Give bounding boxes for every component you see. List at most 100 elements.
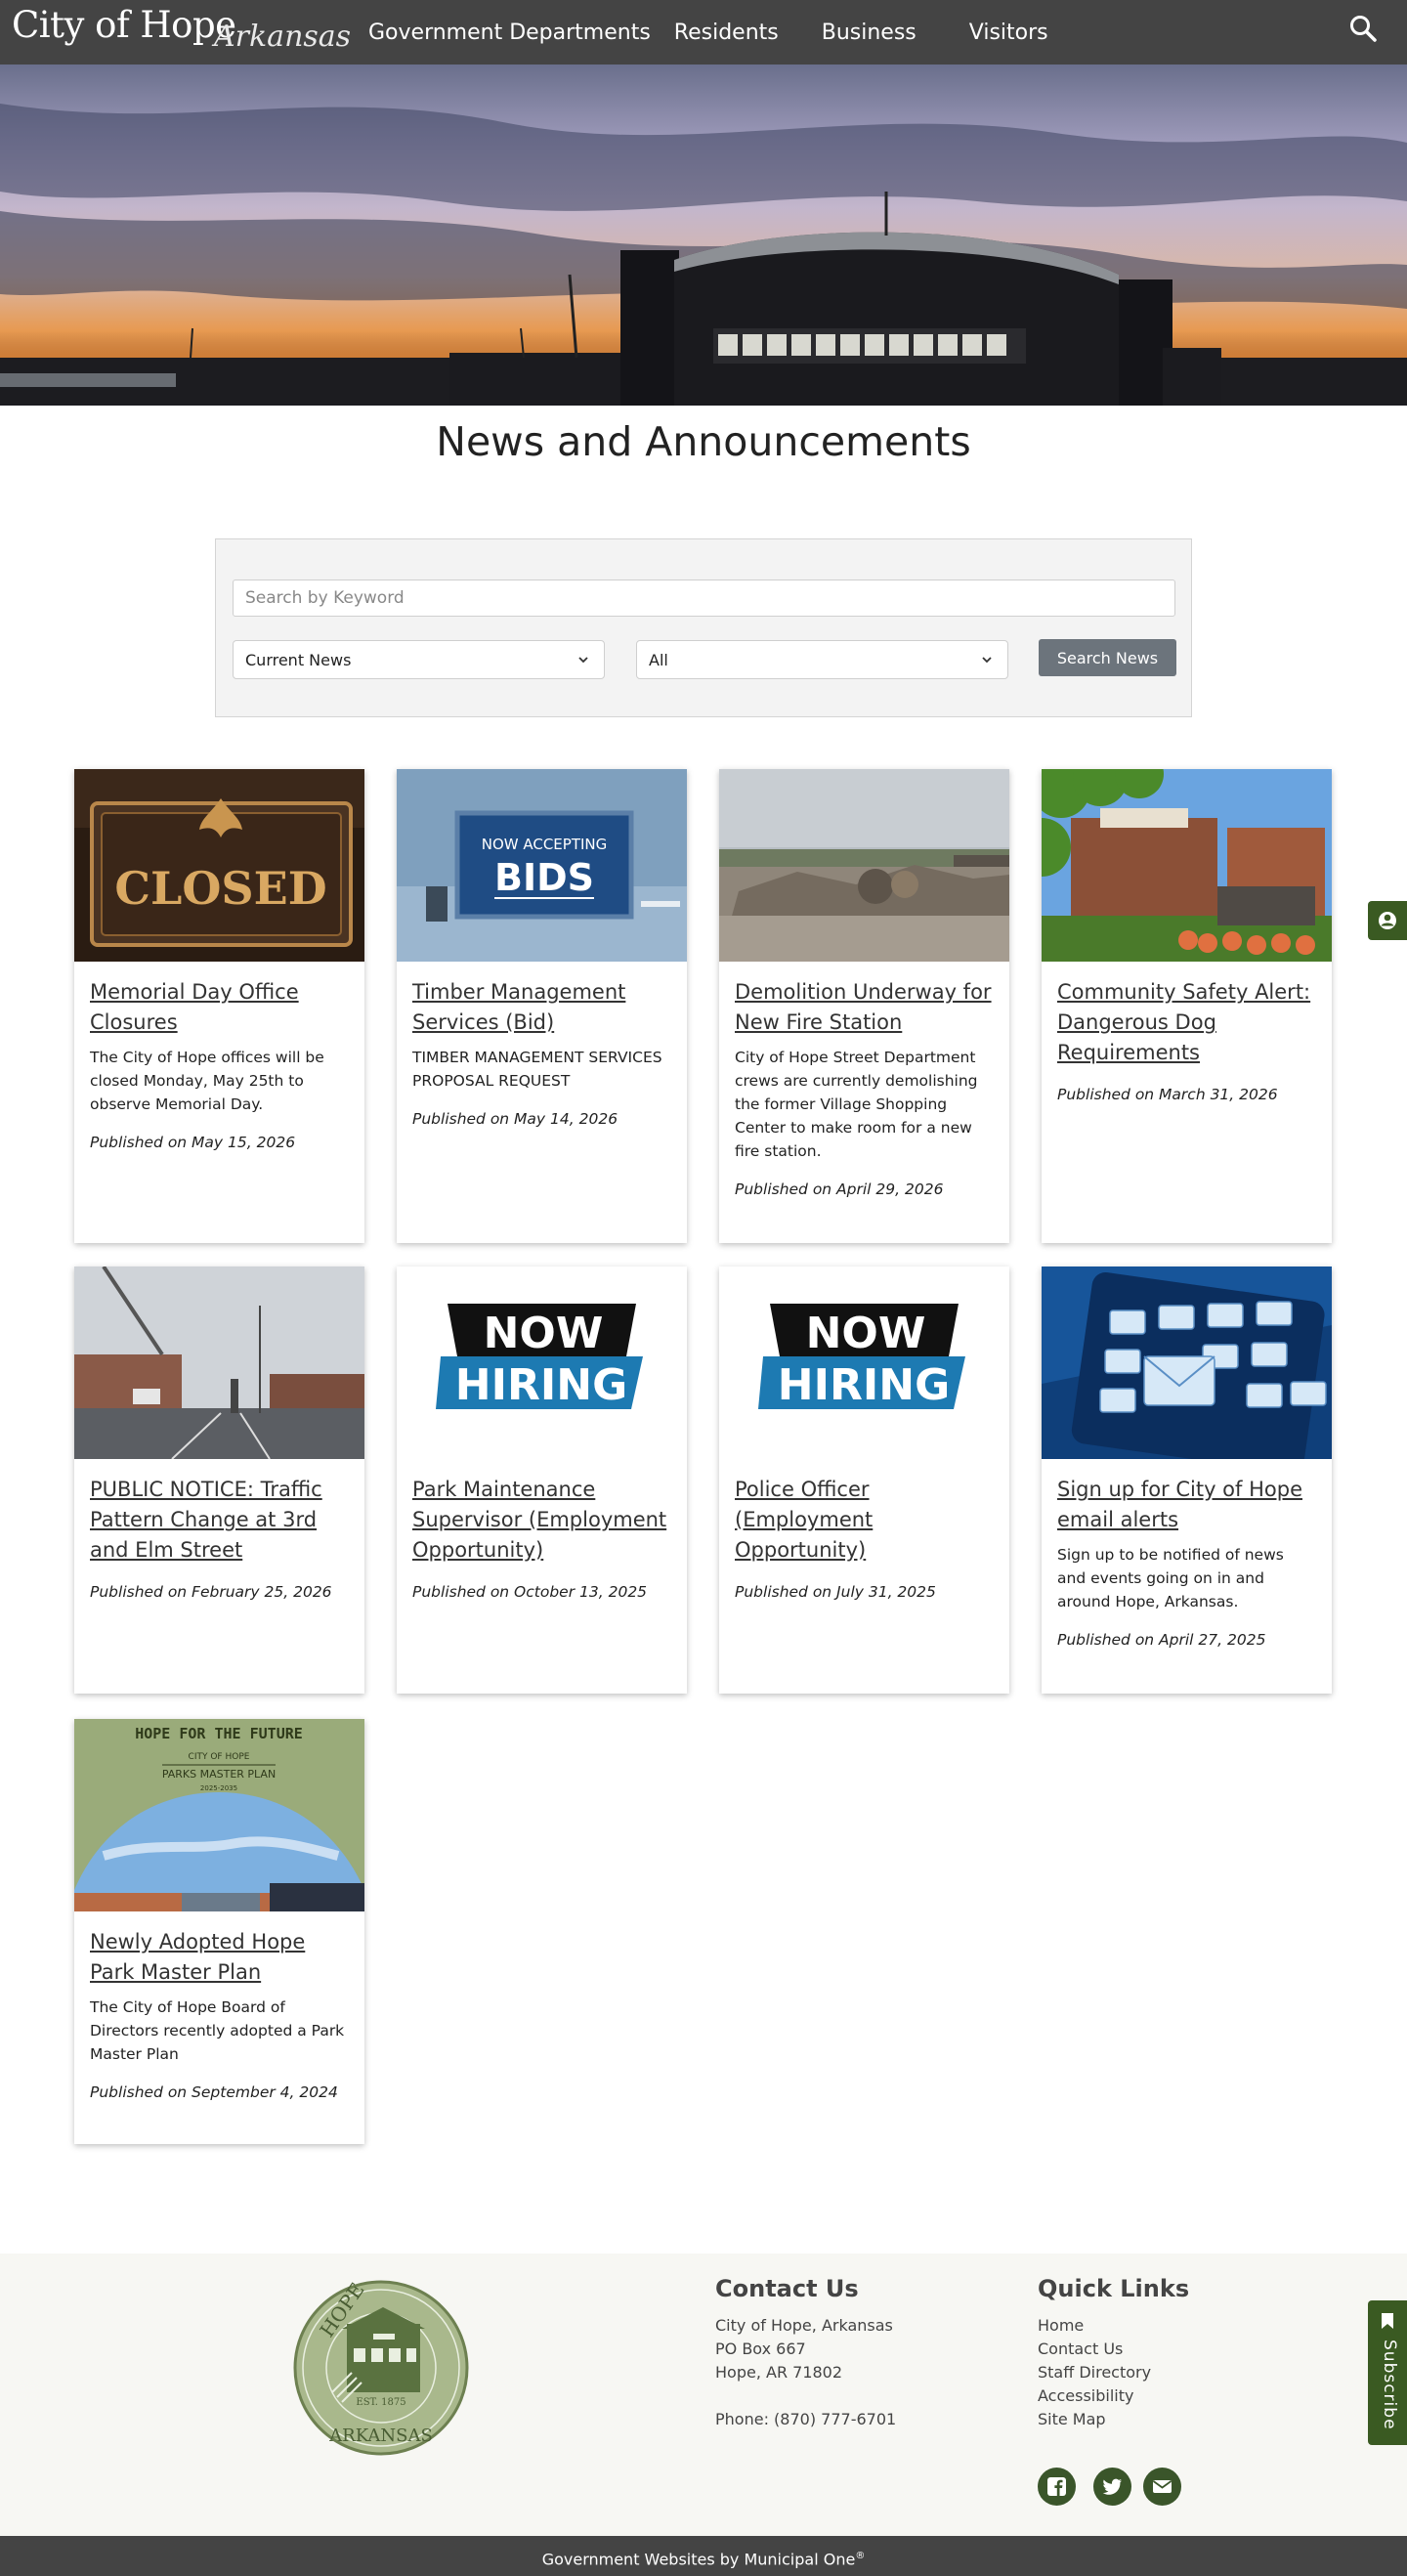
- news-card-published-date: Published on February 25, 2026: [90, 1583, 332, 1601]
- news-card-title-link[interactable]: Timber Management Services (Bid): [412, 977, 671, 1038]
- svg-text:CLOSED: CLOSED: [114, 862, 326, 915]
- news-card-title-link[interactable]: Sign up for City of Hope email alerts: [1057, 1475, 1316, 1535]
- facebook-icon[interactable]: [1038, 2468, 1076, 2506]
- news-card-title-link[interactable]: Newly Adopted Hope Park Master Plan: [90, 1927, 349, 1988]
- news-card-image-bids[interactable]: NOW ACCEPTING BIDS: [397, 769, 687, 962]
- news-card-image-now-hiring[interactable]: NOW HIRING: [397, 1267, 687, 1459]
- news-card-image-intersection[interactable]: [74, 1267, 364, 1459]
- quick-links-heading: Quick Links: [1038, 2275, 1190, 2302]
- news-type-selected-value: Current News: [245, 650, 352, 669]
- keyword-search-input[interactable]: [233, 580, 1175, 617]
- registered-mark: ®: [855, 2551, 866, 2561]
- main-nav: Government Departments Residents Busines…: [357, 0, 1060, 64]
- news-card-image-downtown[interactable]: [1042, 769, 1332, 962]
- news-card: Community Safety Alert: Dangerous Dog Re…: [1042, 769, 1332, 1243]
- svg-text:NOW ACCEPTING: NOW ACCEPTING: [482, 836, 608, 853]
- news-card: Sign up for City of Hope email alerts Si…: [1042, 1267, 1332, 1694]
- news-card: NOW HIRING Police Officer (Employment Op…: [719, 1267, 1009, 1694]
- news-card-image-email-alerts[interactable]: [1042, 1267, 1332, 1459]
- news-card-description: The City of Hope Board of Directors rece…: [90, 1998, 345, 2063]
- news-card: NOW HIRING Park Maintenance Supervisor (…: [397, 1267, 687, 1694]
- svg-text:NOW: NOW: [806, 1309, 926, 1358]
- news-card: NOW ACCEPTING BIDS Timber Management Ser…: [397, 769, 687, 1243]
- news-card-published-date: Published on March 31, 2026: [1057, 1086, 1278, 1103]
- svg-text:EST. 1875: EST. 1875: [356, 2397, 405, 2408]
- news-card-image-now-hiring[interactable]: NOW HIRING: [719, 1267, 1009, 1459]
- account-side-tab[interactable]: [1368, 901, 1407, 940]
- footer-credit-text[interactable]: Government Websites by Municipal One: [542, 2550, 856, 2568]
- quick-link-contact-us[interactable]: Contact Us: [1038, 2338, 1282, 2361]
- news-card-description: City of Hope Street Department crews are…: [735, 1049, 978, 1160]
- news-card-published-date: Published on April 27, 2025: [1057, 1631, 1266, 1649]
- logo-main-text: City of Hope: [12, 4, 236, 46]
- subscribe-side-tab[interactable]: Subscribe: [1368, 2300, 1407, 2445]
- quick-link-staff-directory[interactable]: Staff Directory: [1038, 2361, 1282, 2384]
- category-select[interactable]: All: [636, 640, 1008, 679]
- quick-link-accessibility[interactable]: Accessibility: [1038, 2384, 1282, 2408]
- news-card-published-date: Published on October 13, 2025: [412, 1583, 648, 1601]
- contact-phone[interactable]: Phone: (870) 777-6701: [715, 2408, 1008, 2431]
- news-card-title-link[interactable]: PUBLIC NOTICE: Traffic Pattern Change at…: [90, 1475, 349, 1566]
- svg-text:HIRING: HIRING: [778, 1360, 950, 1410]
- svg-text:CITY OF HOPE: CITY OF HOPE: [189, 1752, 250, 1762]
- news-card-title-link[interactable]: Park Maintenance Supervisor (Employment …: [412, 1475, 671, 1566]
- nav-government-departments[interactable]: Government Departments: [357, 21, 662, 45]
- chevron-down-icon: [578, 657, 588, 664]
- hero-banner-image: [0, 64, 1407, 406]
- search-news-button[interactable]: Search News: [1039, 639, 1176, 676]
- news-card-title-link[interactable]: Memorial Day Office Closures: [90, 977, 349, 1038]
- site-header: City of Hope Arkansas Government Departm…: [0, 0, 1407, 64]
- news-card-published-date: Published on September 4, 2024: [90, 2083, 338, 2101]
- news-card-published-date: Published on May 14, 2026: [412, 1110, 618, 1128]
- news-card-description: The City of Hope offices will be closed …: [90, 1049, 324, 1113]
- quick-link-site-map[interactable]: Site Map: [1038, 2408, 1282, 2431]
- nav-business[interactable]: Business: [810, 21, 928, 45]
- svg-text:2025-2035: 2025-2035: [200, 1784, 237, 1792]
- news-card-description: TIMBER MANAGEMENT SERVICES PROPOSAL REQU…: [412, 1049, 662, 1090]
- contact-line: PO Box 667: [715, 2340, 806, 2358]
- news-type-select[interactable]: Current News: [233, 640, 605, 679]
- news-card-image-closed[interactable]: CLOSED: [74, 769, 364, 962]
- contact-us-section: Contact Us City of Hope, Arkansas PO Box…: [715, 2275, 1008, 2431]
- city-seal-logo: HOPE EST. 1875 ARKANSAS: [293, 2278, 469, 2456]
- email-icon[interactable]: [1143, 2468, 1181, 2506]
- bookmark-icon: [1382, 2313, 1393, 2329]
- user-circle-icon: [1379, 912, 1396, 929]
- svg-text:NOW: NOW: [484, 1309, 604, 1358]
- contact-line: Hope, AR 71802: [715, 2363, 843, 2382]
- nav-residents[interactable]: Residents: [662, 21, 790, 45]
- svg-text:HOPE FOR THE FUTURE: HOPE FOR THE FUTURE: [135, 1725, 303, 1742]
- footer-credit-bar: Government Websites by Municipal One®: [0, 2536, 1407, 2576]
- svg-text:HIRING: HIRING: [455, 1360, 627, 1410]
- news-card-image-demolition[interactable]: [719, 769, 1009, 962]
- news-card-title-link[interactable]: Demolition Underway for New Fire Station: [735, 977, 994, 1038]
- category-selected-value: All: [649, 650, 668, 669]
- chevron-down-icon: [982, 657, 992, 664]
- news-search-panel: Current News All Search News: [215, 538, 1192, 717]
- contact-heading: Contact Us: [715, 2275, 859, 2302]
- twitter-icon[interactable]: [1093, 2468, 1131, 2506]
- site-logo[interactable]: City of Hope Arkansas: [12, 4, 351, 61]
- news-card-published-date: Published on May 15, 2026: [90, 1134, 296, 1151]
- news-card-image-parks-master-plan[interactable]: HOPE FOR THE FUTURE CITY OF HOPE PARKS M…: [74, 1719, 364, 1911]
- site-footer: HOPE EST. 1875 ARKANSAS Contact Us City …: [0, 2254, 1407, 2536]
- nav-visitors[interactable]: Visitors: [958, 21, 1060, 45]
- quick-link-home[interactable]: Home: [1038, 2314, 1282, 2338]
- news-card-published-date: Published on July 31, 2025: [735, 1583, 936, 1601]
- news-card-published-date: Published on April 29, 2026: [735, 1181, 944, 1198]
- news-card: HOPE FOR THE FUTURE CITY OF HOPE PARKS M…: [74, 1719, 364, 2144]
- search-icon[interactable]: [1348, 14, 1380, 45]
- svg-text:PARKS MASTER PLAN: PARKS MASTER PLAN: [162, 1768, 276, 1781]
- news-card: Demolition Underway for New Fire Station…: [719, 769, 1009, 1243]
- svg-text:ARKANSAS: ARKANSAS: [328, 2426, 433, 2446]
- news-card-description: Sign up to be notified of news and event…: [1057, 1546, 1284, 1610]
- quick-links-section: Quick Links Home Contact Us Staff Direct…: [1038, 2275, 1282, 2431]
- news-card-title-link[interactable]: Police Officer (Employment Opportunity): [735, 1475, 994, 1566]
- news-card: CLOSED Memorial Day Office Closures The …: [74, 769, 364, 1243]
- news-card-title-link[interactable]: Community Safety Alert: Dangerous Dog Re…: [1057, 977, 1316, 1068]
- subscribe-label: Subscribe: [1380, 2340, 1399, 2430]
- logo-script-text: Arkansas: [214, 20, 352, 54]
- page-title: News and Announcements: [436, 418, 971, 465]
- svg-text:BIDS: BIDS: [494, 856, 594, 899]
- news-card: PUBLIC NOTICE: Traffic Pattern Change at…: [74, 1267, 364, 1694]
